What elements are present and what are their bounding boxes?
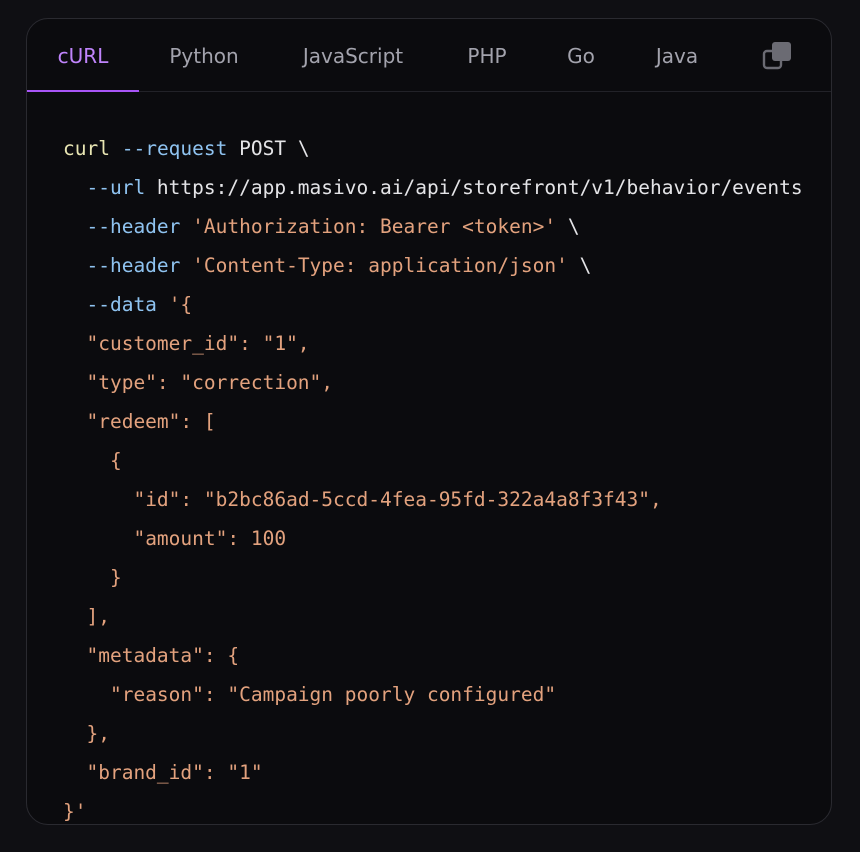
code-line: --data '{ — [63, 285, 803, 324]
code-string: "type": "correction", — [86, 371, 334, 394]
code-line: "amount": 100 — [63, 519, 803, 558]
tab-java[interactable]: Java — [643, 19, 711, 91]
code-string: "brand_id": "1" — [86, 761, 263, 784]
code-string: '{ — [168, 293, 193, 316]
tab-php[interactable]: PHP — [455, 19, 519, 91]
code-line: }' — [63, 792, 803, 824]
code-text: \ — [556, 215, 580, 238]
code-line: { — [63, 441, 803, 480]
code-line: } — [63, 558, 803, 597]
code-line: "customer_id": "1", — [63, 324, 803, 363]
code-text: POST \ — [227, 137, 310, 160]
tab-go[interactable]: Go — [557, 19, 605, 91]
code-flag: --url — [86, 176, 146, 199]
code-line: --url https://app.masivo.ai/api/storefro… — [63, 168, 803, 207]
code-command: curl — [63, 137, 110, 160]
code-line: curl --request POST \ — [63, 129, 803, 168]
code-string: ], — [86, 605, 110, 628]
code-string: "redeem": [ — [86, 410, 216, 433]
tab-javascript[interactable]: JavaScript — [285, 19, 421, 91]
code-line: "reason": "Campaign poorly configured" — [63, 675, 803, 714]
code-string: "amount": 100 — [133, 527, 287, 550]
code-line: "type": "correction", — [63, 363, 803, 402]
code-string: 'Content-Type: application/json' — [192, 254, 568, 277]
code-block: curl --request POST \ --url https://app.… — [63, 129, 803, 824]
code-string: }' — [63, 800, 87, 823]
code-string: } — [109, 566, 122, 589]
code-line: "brand_id": "1" — [63, 753, 803, 792]
code-string: 'Authorization: Bearer <token>' — [192, 215, 557, 238]
copy-icon — [762, 42, 791, 70]
code-string: "customer_id": "1", — [86, 332, 310, 355]
code-example-card: cURL Python JavaScript PHP Go Java curl … — [26, 18, 832, 825]
code-flag: --data — [86, 293, 157, 316]
tab-python[interactable]: Python — [152, 19, 256, 91]
code-string: "metadata": { — [86, 644, 240, 667]
tab-curl[interactable]: cURL — [27, 19, 139, 92]
code-line: "id": "b2bc86ad-5ccd-4fea-95fd-322a4a8f3… — [63, 480, 803, 519]
code-text: https://app.masivo.ai/api/storefront/v1/… — [145, 176, 803, 199]
code-string: "reason": "Campaign poorly configured" — [109, 683, 557, 706]
code-string: "id": "b2bc86ad-5ccd-4fea-95fd-322a4a8f3… — [133, 488, 662, 511]
code-flag: --header — [86, 254, 181, 277]
code-line: "metadata": { — [63, 636, 803, 675]
code-text: \ — [567, 254, 592, 277]
code-string: { — [109, 449, 122, 472]
language-tabs: cURL Python JavaScript PHP Go Java — [27, 19, 831, 92]
code-flag: --request — [121, 137, 228, 160]
code-flag: --header — [86, 215, 181, 238]
code-line: }, — [63, 714, 803, 753]
code-string: }, — [86, 722, 110, 745]
code-line: --header 'Authorization: Bearer <token>'… — [63, 207, 803, 246]
copy-button[interactable] — [761, 39, 795, 73]
code-line: "redeem": [ — [63, 402, 803, 441]
code-line: --header 'Content-Type: application/json… — [63, 246, 803, 285]
code-line: ], — [63, 597, 803, 636]
